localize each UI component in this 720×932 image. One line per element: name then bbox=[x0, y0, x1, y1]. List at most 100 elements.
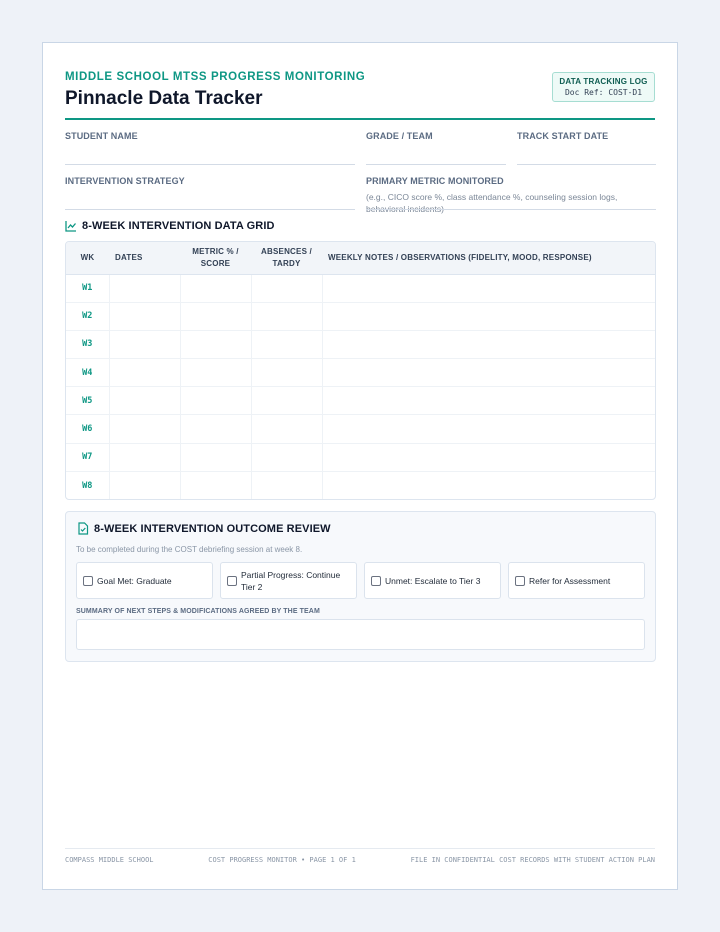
absences-cell[interactable] bbox=[251, 358, 323, 388]
absences-cell[interactable] bbox=[251, 386, 323, 416]
option-label: Partial Progress: Continue Tier 2 bbox=[241, 569, 341, 592]
notes-cell[interactable] bbox=[322, 358, 655, 388]
metric-cell[interactable] bbox=[180, 302, 252, 331]
strategy-line bbox=[65, 209, 355, 210]
dates-cell[interactable] bbox=[109, 274, 181, 303]
footer-left: COMPASS MIDDLE SCHOOL bbox=[65, 856, 154, 864]
metric-line bbox=[366, 209, 656, 210]
dates-cell[interactable] bbox=[109, 471, 181, 499]
dates-cell[interactable] bbox=[109, 330, 181, 360]
option-unmet[interactable]: Unmet: Escalate to Tier 3 bbox=[364, 562, 501, 599]
data-table: WK DATES METRIC % / SCORE ABSENCES / TARDY… bbox=[66, 242, 655, 499]
metric-cell[interactable] bbox=[180, 330, 252, 360]
metric-cell[interactable] bbox=[180, 471, 252, 499]
week-cell: W6 bbox=[66, 414, 110, 444]
doc-ref: Doc Ref: COST-D1 bbox=[564, 88, 643, 97]
notes-cell[interactable] bbox=[322, 302, 655, 331]
metric-hint: (e.g., CICO score %, class attendance %,… bbox=[366, 192, 618, 214]
table-row: W6 bbox=[66, 414, 655, 444]
strategy-label: INTERVENTION STRATEGY bbox=[65, 176, 185, 186]
track-start-field[interactable]: TRACK START DATE bbox=[517, 131, 656, 171]
outcome-review-panel: 8-WEEK INTERVENTION OUTCOME REVIEW To be… bbox=[65, 511, 656, 662]
dates-cell[interactable] bbox=[109, 302, 181, 331]
chart-line-icon bbox=[65, 221, 76, 232]
dates-cell[interactable] bbox=[109, 443, 181, 472]
metric-cell[interactable] bbox=[180, 274, 252, 303]
metric-label: PRIMARY METRIC MONITORED bbox=[366, 176, 504, 186]
table-row: W1 bbox=[66, 274, 655, 303]
doc-ref-badge: DATA TRACKING LOG Doc Ref: COST-D1 bbox=[552, 72, 655, 102]
student-name-field[interactable]: STUDENT NAME bbox=[65, 131, 355, 171]
absences-cell[interactable] bbox=[251, 330, 323, 360]
checkbox[interactable] bbox=[83, 575, 93, 586]
metric-cell[interactable] bbox=[180, 443, 252, 472]
col-wk: WK bbox=[66, 242, 109, 275]
week-cell: W5 bbox=[66, 386, 110, 416]
checkbox[interactable] bbox=[371, 575, 381, 586]
table-row: W2 bbox=[66, 302, 655, 331]
option-label: Goal Met: Graduate bbox=[97, 575, 172, 586]
option-label: Refer for Assessment bbox=[529, 575, 611, 586]
footer-center: COST PROGRESS MONITOR • PAGE 1 OF 1 bbox=[208, 856, 356, 864]
outcome-note: To be completed during the COST debriefi… bbox=[76, 545, 303, 554]
week-cell: W2 bbox=[66, 302, 110, 331]
table-body: W1 W2 W3 W4 W5 W6 W7 W8 bbox=[66, 274, 655, 499]
col-metric: METRIC % / SCORE bbox=[180, 242, 251, 275]
notes-cell[interactable] bbox=[322, 330, 655, 360]
track-start-line bbox=[517, 164, 656, 165]
page-subtitle: MIDDLE SCHOOL MTSS PROGRESS MONITORING bbox=[65, 71, 366, 83]
grid-heading: 8-WEEK INTERVENTION DATA GRID bbox=[65, 220, 275, 232]
metric-cell[interactable] bbox=[180, 414, 252, 444]
absences-cell[interactable] bbox=[251, 274, 323, 303]
table-row: W4 bbox=[66, 358, 655, 388]
header-divider bbox=[65, 118, 655, 120]
option-refer[interactable]: Refer for Assessment bbox=[508, 562, 645, 599]
option-partial-progress[interactable]: Partial Progress: Continue Tier 2 bbox=[220, 562, 357, 599]
notes-cell[interactable] bbox=[322, 274, 655, 303]
option-label: Unmet: Escalate to Tier 3 bbox=[385, 575, 481, 586]
absences-cell[interactable] bbox=[251, 302, 323, 331]
notes-cell[interactable] bbox=[322, 443, 655, 472]
col-notes: WEEKLY NOTES / OBSERVATIONS (FIDELITY, M… bbox=[322, 242, 655, 275]
table-row: W5 bbox=[66, 386, 655, 416]
table-row: W3 bbox=[66, 330, 655, 360]
option-goal-met[interactable]: Goal Met: Graduate bbox=[76, 562, 213, 599]
doc-label: DATA TRACKING LOG bbox=[559, 77, 648, 86]
grade-team-label: GRADE / TEAM bbox=[366, 131, 433, 141]
week-cell: W1 bbox=[66, 274, 110, 303]
student-name-label: STUDENT NAME bbox=[65, 131, 138, 141]
dates-cell[interactable] bbox=[109, 386, 181, 416]
notes-cell[interactable] bbox=[322, 386, 655, 416]
week-cell: W3 bbox=[66, 330, 110, 360]
metric-field[interactable]: PRIMARY METRIC MONITORED (e.g., CICO sco… bbox=[366, 176, 656, 216]
week-cell: W7 bbox=[66, 443, 110, 472]
document-page: MIDDLE SCHOOL MTSS PROGRESS MONITORING P… bbox=[42, 42, 678, 890]
student-name-line bbox=[65, 164, 355, 165]
absences-cell[interactable] bbox=[251, 414, 323, 444]
footer: COMPASS MIDDLE SCHOOL COST PROGRESS MONI… bbox=[65, 856, 655, 864]
outcome-heading-text: 8-WEEK INTERVENTION OUTCOME REVIEW bbox=[94, 522, 331, 535]
footer-right: FILE IN CONFIDENTIAL COST RECORDS WITH S… bbox=[410, 856, 655, 864]
table-row: W8 bbox=[66, 471, 655, 499]
notes-cell[interactable] bbox=[322, 471, 655, 499]
summary-input[interactable] bbox=[76, 619, 645, 650]
dates-cell[interactable] bbox=[109, 414, 181, 444]
grade-team-line bbox=[366, 164, 506, 165]
metric-cell[interactable] bbox=[180, 386, 252, 416]
absences-cell[interactable] bbox=[251, 443, 323, 472]
checkbox[interactable] bbox=[515, 575, 525, 586]
checkbox[interactable] bbox=[227, 575, 237, 586]
table-row: W7 bbox=[66, 443, 655, 472]
intervention-data-grid: WK DATES METRIC % / SCORE ABSENCES / TARDY… bbox=[65, 241, 656, 500]
col-dates: DATES bbox=[109, 242, 180, 275]
week-cell: W8 bbox=[66, 471, 110, 499]
metric-cell[interactable] bbox=[180, 358, 252, 388]
col-absences: ABSENCES / TARDY bbox=[251, 242, 322, 275]
notes-cell[interactable] bbox=[322, 414, 655, 444]
week-cell: W4 bbox=[66, 358, 110, 388]
dates-cell[interactable] bbox=[109, 358, 181, 388]
strategy-field[interactable]: INTERVENTION STRATEGY bbox=[65, 176, 355, 216]
absences-cell[interactable] bbox=[251, 471, 323, 499]
outcome-heading: 8-WEEK INTERVENTION OUTCOME REVIEW bbox=[77, 522, 331, 535]
grade-team-field[interactable]: GRADE / TEAM bbox=[366, 131, 506, 171]
